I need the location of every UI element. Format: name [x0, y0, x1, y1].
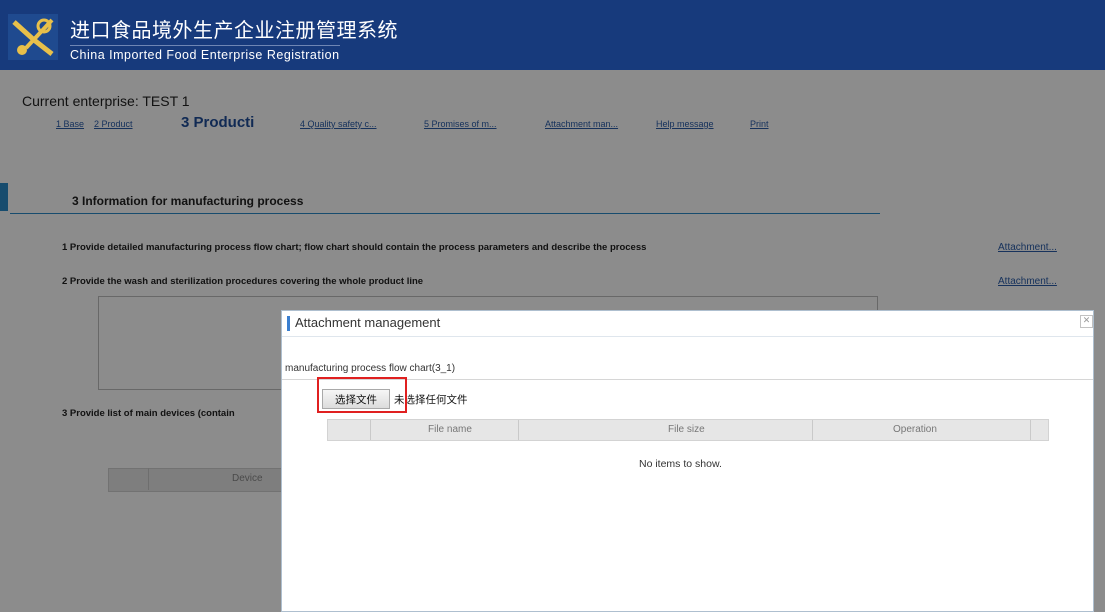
- column-separator: [518, 420, 519, 440]
- customs-emblem-icon: [8, 14, 58, 60]
- attachment-dialog: Attachment management ✕ manufacturing pr…: [281, 310, 1094, 612]
- column-separator: [812, 420, 813, 440]
- app-title-en: China Imported Food Enterprise Registrat…: [70, 45, 340, 62]
- highlight-box: [317, 377, 407, 413]
- column-separator: [370, 420, 371, 440]
- dialog-subtitle: manufacturing process flow chart(3_1): [285, 363, 456, 374]
- dialog-title: Attachment management: [295, 315, 441, 330]
- column-file-name: File name: [428, 424, 472, 435]
- dialog-titlebar[interactable]: Attachment management ✕: [282, 311, 1093, 337]
- dialog-title-accent: [287, 316, 290, 331]
- app-header: 进口食品境外生产企业注册管理系统 China Imported Food Ent…: [0, 0, 1105, 70]
- column-operation: Operation: [893, 424, 937, 435]
- column-file-size: File size: [668, 424, 705, 435]
- files-table-header: File name File size Operation: [327, 419, 1049, 441]
- app-title-cn: 进口食品境外生产企业注册管理系统: [70, 18, 398, 42]
- empty-table-message: No items to show.: [639, 458, 722, 470]
- close-icon[interactable]: ✕: [1080, 315, 1093, 328]
- column-separator: [1030, 420, 1031, 440]
